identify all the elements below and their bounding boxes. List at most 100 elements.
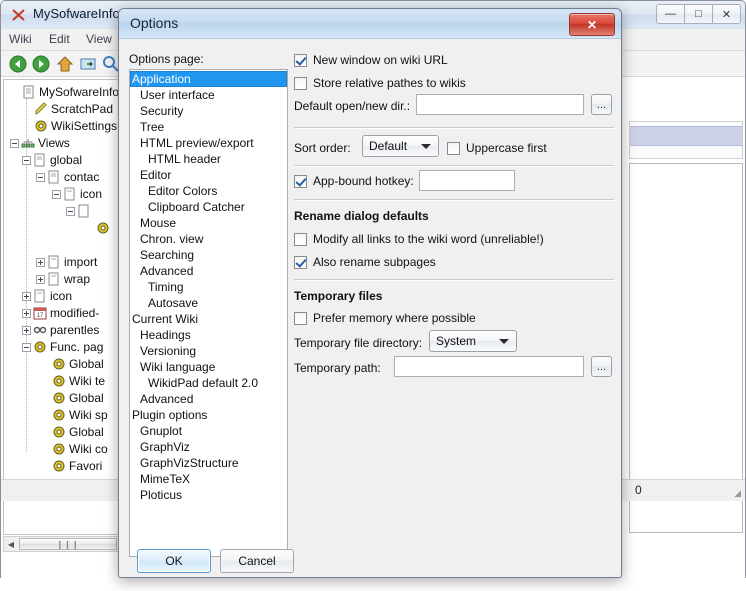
- default-dir-input[interactable]: [416, 94, 584, 115]
- tree-item-mysofwareinfo[interactable]: MySofwareInfo: [22, 84, 118, 100]
- scroll-left-arrow-icon[interactable]: ◀: [4, 540, 18, 549]
- tree-item-favorites[interactable]: Favori: [52, 458, 102, 474]
- options-list-item-editor[interactable]: Editor: [130, 167, 287, 183]
- tree-expander-minus-icon[interactable]: [22, 342, 31, 352]
- uppercase-first-row[interactable]: Uppercase first: [447, 141, 547, 155]
- menu-item-view[interactable]: View: [86, 32, 112, 46]
- maximize-button[interactable]: □: [684, 4, 713, 24]
- options-list-item-user-interface[interactable]: User interface: [130, 87, 287, 103]
- options-list-item-current-wiki[interactable]: Current Wiki: [130, 311, 287, 327]
- tree-item-unnamed-2[interactable]: [96, 220, 113, 236]
- tree-expander-minus-icon[interactable]: [66, 206, 75, 216]
- close-button[interactable]: ✕: [712, 4, 741, 24]
- options-list-item-tree[interactable]: Tree: [130, 119, 287, 135]
- prefer-memory-checkbox[interactable]: [294, 311, 307, 325]
- prefer-memory-row[interactable]: Prefer memory where possible: [294, 311, 476, 325]
- temp-dir-combobox[interactable]: System: [429, 330, 517, 352]
- new-window-on-wiki-url-checkbox[interactable]: [294, 53, 307, 67]
- tree-expander-plus-icon[interactable]: [36, 274, 45, 284]
- editor-area[interactable]: [629, 163, 743, 533]
- store-relative-pathes-row[interactable]: Store relative pathes to wikis: [294, 76, 466, 90]
- tree-item-modified[interactable]: 17 modified-: [22, 305, 99, 321]
- app-bound-hotkey-input[interactable]: [419, 170, 515, 191]
- tree-item-global-1[interactable]: Global: [52, 356, 104, 372]
- tree-item-views[interactable]: Views: [10, 135, 70, 151]
- tree-item-unnamed-1[interactable]: [66, 203, 94, 219]
- tree-item-icon-child[interactable]: icon: [52, 186, 102, 202]
- ok-button[interactable]: OK: [137, 549, 211, 573]
- back-icon[interactable]: [9, 55, 27, 73]
- resize-grip-icon[interactable]: ◢: [734, 488, 741, 499]
- options-list-item-advanced-wiki[interactable]: Advanced: [130, 391, 287, 407]
- options-list-item-ploticus[interactable]: Ploticus: [130, 487, 287, 503]
- options-list-item-advanced[interactable]: Advanced: [130, 263, 287, 279]
- options-list-item-autosave[interactable]: Autosave: [130, 295, 287, 311]
- options-list-item-clipboard-catcher[interactable]: Clipboard Catcher: [130, 199, 287, 215]
- tree-expander-plus-icon[interactable]: [22, 291, 31, 301]
- tree-expander-plus-icon[interactable]: [36, 257, 45, 267]
- wiki-tree-panel[interactable]: MySofwareInfo ScratchPad WikiSettings Vi…: [3, 79, 119, 535]
- tree-expander-minus-icon[interactable]: [36, 172, 45, 182]
- default-dir-browse-button[interactable]: ...: [591, 94, 612, 115]
- options-list-item-wiki-language[interactable]: Wiki language: [130, 359, 287, 375]
- editor-tab-selected[interactable]: [630, 126, 742, 146]
- minimize-button[interactable]: —: [656, 4, 685, 24]
- cancel-button[interactable]: Cancel: [220, 549, 294, 573]
- options-list-item-timing[interactable]: Timing: [130, 279, 287, 295]
- forward-icon[interactable]: [32, 55, 50, 73]
- options-list-item-chron-view[interactable]: Chron. view: [130, 231, 287, 247]
- options-list-item-html-header[interactable]: HTML header: [130, 151, 287, 167]
- options-list-item-html-preview-export[interactable]: HTML preview/export: [130, 135, 287, 151]
- options-list-item-mimetex[interactable]: MimeTeX: [130, 471, 287, 487]
- modify-all-links-row[interactable]: Modify all links to the wiki word (unrel…: [294, 232, 544, 246]
- menu-item-wiki[interactable]: Wiki: [9, 32, 32, 46]
- store-relative-pathes-checkbox[interactable]: [294, 76, 307, 90]
- options-list-item-security[interactable]: Security: [130, 103, 287, 119]
- dialog-close-button[interactable]: ✕: [569, 13, 615, 36]
- temp-path-browse-button[interactable]: ...: [591, 356, 612, 377]
- tree-item-contac[interactable]: contac: [36, 169, 99, 185]
- tree-item-parentless[interactable]: parentles: [22, 322, 99, 338]
- options-list-item-searching[interactable]: Searching: [130, 247, 287, 263]
- options-list-item-editor-colors[interactable]: Editor Colors: [130, 183, 287, 199]
- options-list-item-mouse[interactable]: Mouse: [130, 215, 287, 231]
- app-bound-hotkey-checkbox[interactable]: [294, 174, 307, 188]
- also-rename-subpages-checkbox[interactable]: [294, 255, 307, 269]
- tree-item-wiki-te[interactable]: Wiki te: [52, 373, 105, 389]
- tree-expander-minus-icon[interactable]: [22, 155, 31, 165]
- temp-path-input[interactable]: [394, 356, 584, 377]
- tree-item-global-2[interactable]: Global: [52, 390, 104, 406]
- tree-item-wrap[interactable]: wrap: [36, 271, 90, 287]
- tree-item-wiki-sp[interactable]: Wiki sp: [52, 407, 108, 423]
- options-list-item-gnuplot[interactable]: Gnuplot: [130, 423, 287, 439]
- uppercase-first-checkbox[interactable]: [447, 141, 460, 155]
- tree-item-global-3[interactable]: Global: [52, 424, 104, 440]
- scrollbar-thumb[interactable]: ❙❙❙: [19, 538, 117, 550]
- tree-expander-plus-icon[interactable]: [22, 308, 31, 318]
- tree-expander-minus-icon[interactable]: [52, 189, 61, 199]
- options-list-item-graphviz[interactable]: GraphViz: [130, 439, 287, 455]
- options-page-list[interactable]: Application User interface Security Tree…: [129, 69, 288, 557]
- app-bound-hotkey-row[interactable]: App-bound hotkey:: [294, 174, 414, 188]
- editor-tabbar[interactable]: [629, 121, 743, 159]
- options-list-item-headings[interactable]: Headings: [130, 327, 287, 343]
- tree-expander-plus-icon[interactable]: [22, 325, 31, 335]
- tree-item-icon[interactable]: icon: [22, 288, 72, 304]
- tree-item-import[interactable]: import: [36, 254, 97, 270]
- home-icon[interactable]: [56, 55, 74, 73]
- tree-item-wikisettings[interactable]: WikiSettings: [34, 118, 117, 134]
- tree-item-global[interactable]: global: [22, 152, 82, 168]
- menu-item-edit[interactable]: Edit: [49, 32, 70, 46]
- sort-order-combobox[interactable]: Default: [362, 135, 439, 157]
- rename-icon[interactable]: [79, 55, 97, 73]
- tree-item-wiki-co[interactable]: Wiki co: [52, 441, 108, 457]
- new-window-on-wiki-url-row[interactable]: New window on wiki URL: [294, 53, 448, 67]
- tree-item-scratchpad[interactable]: ScratchPad: [34, 101, 113, 117]
- options-list-item-versioning[interactable]: Versioning: [130, 343, 287, 359]
- options-list-item-wikidpad-default-20[interactable]: WikidPad default 2.0: [130, 375, 287, 391]
- options-list-item-graphvizstructure[interactable]: GraphVizStructure: [130, 455, 287, 471]
- tree-horizontal-scrollbar[interactable]: ◀ ❙❙❙: [3, 536, 119, 552]
- options-list-item-application[interactable]: Application: [130, 71, 287, 87]
- options-list-item-plugin-options[interactable]: Plugin options: [130, 407, 287, 423]
- also-rename-subpages-row[interactable]: Also rename subpages: [294, 255, 436, 269]
